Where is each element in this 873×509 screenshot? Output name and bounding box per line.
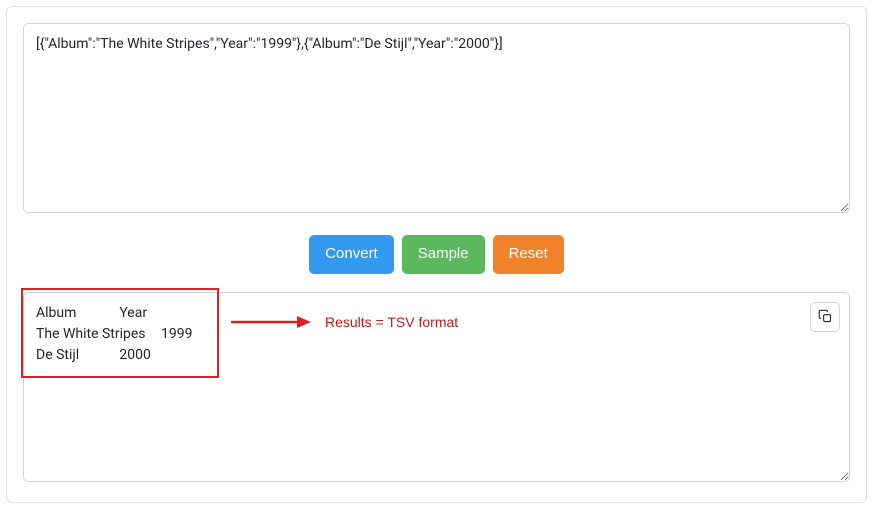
copy-icon (818, 309, 833, 324)
reset-button[interactable]: Reset (493, 235, 564, 274)
sample-button[interactable]: Sample (402, 235, 485, 274)
tsv-output[interactable] (23, 292, 850, 482)
convert-button[interactable]: Convert (309, 235, 394, 274)
json-input[interactable] (23, 23, 850, 213)
output-wrapper (23, 292, 850, 486)
converter-card: Convert Sample Reset Results = TSV forma… (6, 6, 867, 503)
button-row: Convert Sample Reset (23, 235, 850, 274)
copy-button[interactable] (810, 302, 840, 332)
